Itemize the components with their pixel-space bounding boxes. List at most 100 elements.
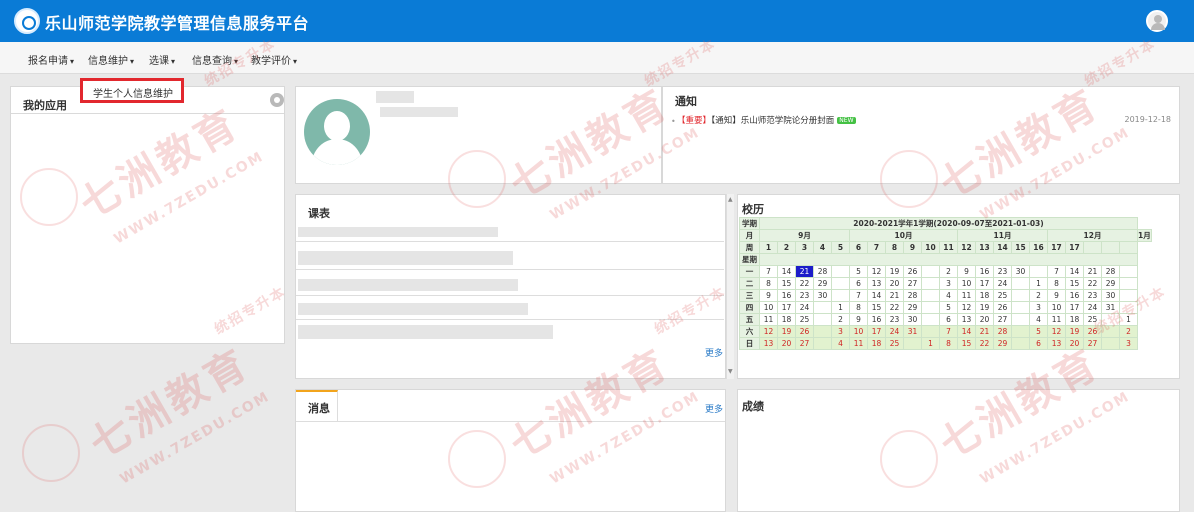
cal-date-cell: 18 <box>1065 313 1084 326</box>
messages-more-link[interactable]: 更多 <box>705 402 723 415</box>
cal-date-cell: 30 <box>1011 265 1030 278</box>
cal-date-cell: 10 <box>759 301 778 314</box>
cal-date-cell: 11 <box>759 313 778 326</box>
cal-week-number <box>1119 241 1138 254</box>
cal-label-day: 星期 <box>739 253 760 266</box>
cal-date-cell: 24 <box>795 301 814 314</box>
school-calendar-table: 学期 2020-2021学年1学期(2020-09-07至2021-01-03) 月… <box>739 217 1152 350</box>
cal-date-cell <box>1011 277 1030 290</box>
cal-date-cell: 7 <box>1047 265 1066 278</box>
cal-date-cell: 2 <box>939 265 958 278</box>
schedule-scrollbar[interactable]: ▲ ▼ <box>726 194 734 379</box>
cal-date-cell: 7 <box>759 265 778 278</box>
cal-term-header: 2020-2021学年1学期(2020-09-07至2021-01-03) <box>759 217 1138 230</box>
cal-row: 四 10 17 24 1 8 15 22 29 5 12 19 26 3 10 17 24 31 <box>739 301 1152 314</box>
cal-date-cell: 6 <box>1029 337 1048 350</box>
profile-id-redacted <box>380 107 458 117</box>
cal-date-cell: 23 <box>993 265 1012 278</box>
cal-date-cell: 3 <box>1119 337 1138 350</box>
cal-date-cell: 8 <box>939 337 958 350</box>
cal-date-cell: 18 <box>975 289 994 302</box>
cal-date-cell: 23 <box>795 289 814 302</box>
menu-course-selection[interactable]: 选课 ▾ <box>149 52 175 67</box>
schedule-more-link[interactable]: 更多 <box>705 346 723 359</box>
menu-info-maintenance[interactable]: 信息维护 ▾ <box>88 52 134 67</box>
cal-week-number: 11 <box>939 241 958 254</box>
watermark-seal-icon <box>22 424 80 482</box>
top-header: 乐山师范学院教学管理信息服务平台 <box>0 0 1194 42</box>
school-logo-icon <box>14 8 40 34</box>
gear-icon[interactable] <box>270 93 284 107</box>
notice-date: 2019-12-18 <box>1124 115 1172 124</box>
cal-date-cell: 12 <box>867 265 886 278</box>
cal-date-cell: 12 <box>957 301 976 314</box>
cal-date-cell <box>921 325 940 338</box>
cal-date-cell: 13 <box>759 337 778 350</box>
user-avatar-icon[interactable] <box>1146 10 1168 32</box>
cal-date-cell: 28 <box>903 289 922 302</box>
cal-date-cell: 10 <box>1047 301 1066 314</box>
cal-date-cell: 16 <box>1065 289 1084 302</box>
cal-date-cell: 5 <box>939 301 958 314</box>
main-menu: 报名申请 ▾ 信息维护 ▾ 选课 ▾ 信息查询 ▾ 教学评价 ▾ <box>0 42 1194 74</box>
scroll-down-icon[interactable]: ▼ <box>728 368 733 375</box>
cal-day-name: 四 <box>739 301 760 314</box>
cal-date-cell: 8 <box>849 301 868 314</box>
cal-date-cell <box>831 277 850 290</box>
cal-date-cell: 22 <box>1083 277 1102 290</box>
profile-name-redacted <box>376 91 414 103</box>
cal-date-cell <box>1011 313 1030 326</box>
cal-date-cell: 21 <box>1083 265 1102 278</box>
cal-date-cell: 15 <box>777 277 796 290</box>
cal-date-cell: 16 <box>867 313 886 326</box>
cal-date-cell: 4 <box>939 289 958 302</box>
cal-date-cell: 5 <box>849 265 868 278</box>
my-apps-title: 我的应用 <box>23 99 67 112</box>
cal-date-cell <box>921 289 940 302</box>
cal-week-number: 8 <box>885 241 904 254</box>
cal-week-row: 周 1 2 3 4 5 6 7 8 9 10 11 12 13 14 15 16 17 17 <box>739 241 1152 254</box>
cal-week-number <box>1101 241 1120 254</box>
calendar-panel: 校历 学期 2020-2021学年1学期(2020-09-07至2021-01-0… <box>737 194 1180 379</box>
cal-week-number <box>1083 241 1102 254</box>
cal-date-cell: 15 <box>867 301 886 314</box>
menu-registration[interactable]: 报名申请 ▾ <box>28 52 74 67</box>
cal-date-cell <box>1011 301 1030 314</box>
cal-date-cell: 14 <box>777 265 796 278</box>
cal-date-cell: 3 <box>831 325 850 338</box>
cal-date-cell: 5 <box>1029 325 1048 338</box>
cal-label-term: 学期 <box>739 217 760 230</box>
info-maintenance-dropdown: 学生个人信息维护 <box>80 78 184 103</box>
cal-date-cell: 9 <box>1047 289 1066 302</box>
dropdown-item-student-info[interactable]: 学生个人信息维护 <box>93 85 173 100</box>
cal-date-cell: 23 <box>1083 289 1102 302</box>
profile-avatar <box>304 99 370 165</box>
cal-week-number: 9 <box>903 241 922 254</box>
schedule-row-redacted <box>298 303 528 315</box>
cal-date-cell: 11 <box>849 337 868 350</box>
messages-title: 消息 <box>308 402 330 415</box>
scroll-up-icon[interactable]: ▲ <box>728 196 733 203</box>
schedule-row-redacted <box>298 279 518 291</box>
cal-row: 三 9 16 23 30 7 14 21 28 4 11 18 25 2 9 16 23 30 <box>739 289 1152 302</box>
notice-item[interactable]: 【重要】【通知】乐山师范学院论分册封面 NEW <box>677 114 856 126</box>
cal-date-cell <box>813 301 832 314</box>
cal-date-cell: 18 <box>867 337 886 350</box>
cal-date-cell: 15 <box>957 337 976 350</box>
cal-date-cell: 30 <box>903 313 922 326</box>
cal-week-number: 16 <box>1029 241 1048 254</box>
cal-date-cell <box>1029 265 1048 278</box>
cal-date-cell <box>1119 265 1138 278</box>
cal-date-cell: 20 <box>885 277 904 290</box>
cal-week-number: 5 <box>831 241 850 254</box>
cal-date-cell: 20 <box>777 337 796 350</box>
cal-date-cell: 9 <box>759 289 778 302</box>
schedule-title: 课表 <box>308 207 330 220</box>
grades-title: 成绩 <box>742 400 764 413</box>
cal-date-cell <box>813 337 832 350</box>
cal-date-cell: 23 <box>885 313 904 326</box>
cal-date-cell: 1 <box>831 301 850 314</box>
cal-date-cell: 25 <box>885 337 904 350</box>
chevron-down-icon: ▾ <box>130 57 135 66</box>
cal-row: 一 7 14 21 28 5 12 19 26 2 9 16 23 30 7 14 21 28 <box>739 265 1152 278</box>
